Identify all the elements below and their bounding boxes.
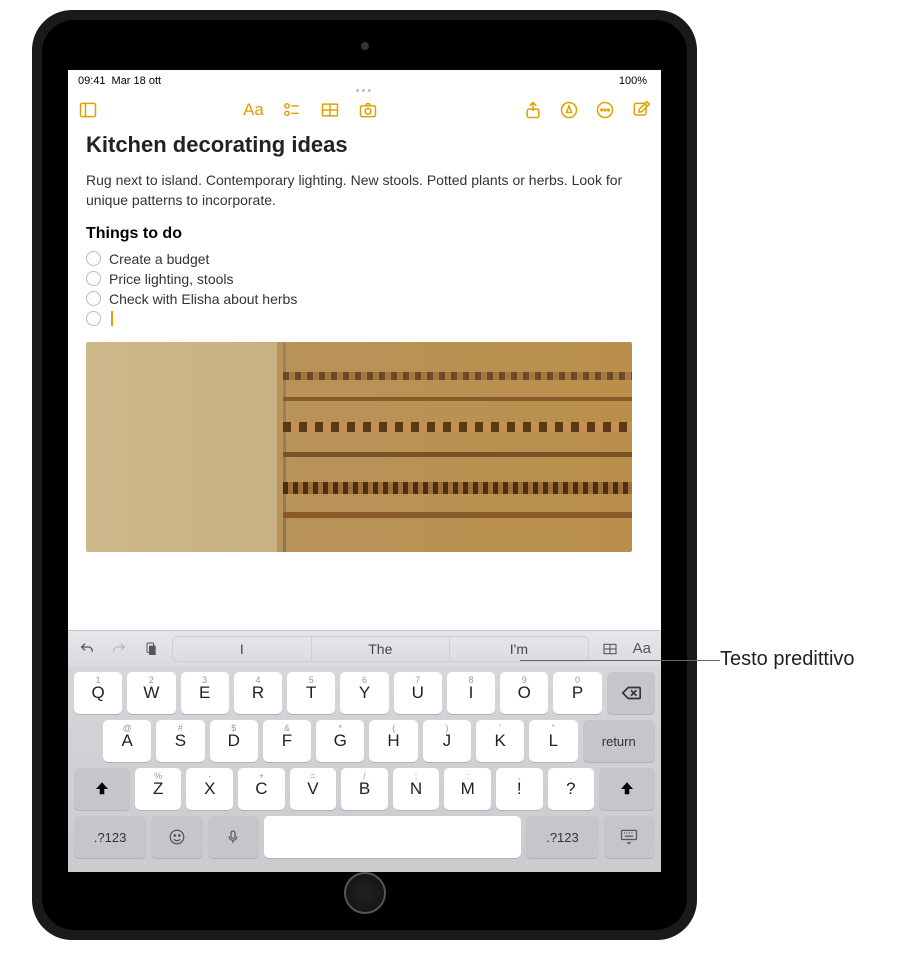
key-row-2: @A #S $D &F *G (H )J 'K "L return [74, 720, 655, 762]
check-circle-icon[interactable] [86, 271, 101, 286]
status-time: 09:41 [78, 75, 106, 87]
key-h[interactable]: (H [369, 720, 417, 762]
key-exclaim[interactable]: ,! [496, 768, 543, 810]
battery-percent: 100% [619, 75, 647, 87]
key-space[interactable] [264, 816, 521, 858]
table-icon[interactable] [320, 100, 340, 120]
key-v[interactable]: =V [290, 768, 337, 810]
camera-icon[interactable] [358, 100, 378, 120]
callout-label: Testo predittivo [720, 648, 855, 671]
more-icon[interactable] [595, 100, 615, 120]
notes-toolbar: Aa [68, 98, 661, 126]
key-r[interactable]: 4R [234, 672, 282, 714]
key-x[interactable]: -X [186, 768, 233, 810]
key-row-1: 1Q 2W 3E 4R 5T 6Y 7U 8I 9O 0P [74, 672, 655, 714]
status-date: Mar 18 ott [112, 75, 162, 87]
checklist-icon[interactable] [282, 100, 302, 120]
key-row-3: %Z -X +C =V /B ;N :M ,! .? [74, 768, 655, 810]
callout-line [520, 660, 720, 661]
key-j[interactable]: )J [423, 720, 471, 762]
checklist-item[interactable] [86, 309, 643, 328]
key-u[interactable]: 7U [394, 672, 442, 714]
note-paragraph[interactable]: Rug next to island. Contemporary lightin… [86, 170, 643, 211]
checklist-label[interactable]: Price lighting, stools [109, 271, 234, 287]
check-circle-icon[interactable] [86, 251, 101, 266]
share-icon[interactable] [523, 100, 543, 120]
key-i[interactable]: 8I [447, 672, 495, 714]
table-shortcut-icon[interactable] [601, 640, 619, 658]
key-f[interactable]: &F [263, 720, 311, 762]
ipad-bezel: 09:41 Mar 18 ott 100% ••• [42, 20, 687, 930]
key-o[interactable]: 9O [500, 672, 548, 714]
screen: 09:41 Mar 18 ott 100% ••• [68, 70, 661, 872]
markup-icon[interactable] [559, 100, 579, 120]
key-g[interactable]: *G [316, 720, 364, 762]
key-e[interactable]: 3E [181, 672, 229, 714]
note-image[interactable] [86, 342, 632, 552]
key-n[interactable]: ;N [393, 768, 440, 810]
key-y[interactable]: 6Y [340, 672, 388, 714]
key-a[interactable]: @A [103, 720, 151, 762]
checklist-item[interactable]: Check with Elisha about herbs [86, 289, 643, 309]
key-m[interactable]: :M [444, 768, 491, 810]
note-content[interactable]: Kitchen decorating ideas Rug next to isl… [68, 126, 661, 630]
key-return[interactable]: return [583, 720, 655, 762]
predictive-text-bar: I The I'm [172, 636, 589, 662]
multitask-dots[interactable]: ••• [68, 88, 661, 98]
checklist-item[interactable]: Create a budget [86, 249, 643, 269]
key-shift-left[interactable] [74, 768, 130, 810]
note-subheading[interactable]: Things to do [86, 225, 643, 243]
sidebar-icon[interactable] [78, 100, 98, 120]
check-circle-icon[interactable] [86, 311, 101, 326]
key-q[interactable]: 1Q [74, 672, 122, 714]
checklist[interactable]: Create a budget Price lighting, stools C… [86, 249, 643, 328]
home-button[interactable] [344, 872, 386, 914]
text-cursor [111, 311, 113, 326]
format-text-icon[interactable]: Aa [243, 100, 264, 120]
ipad-frame: 09:41 Mar 18 ott 100% ••• [32, 10, 697, 940]
compose-icon[interactable] [631, 100, 651, 120]
key-b[interactable]: /B [341, 768, 388, 810]
key-t[interactable]: 5T [287, 672, 335, 714]
key-numbers-right[interactable]: .?123 [526, 816, 598, 858]
key-l[interactable]: "L [529, 720, 577, 762]
note-title[interactable]: Kitchen decorating ideas [86, 132, 643, 158]
redo-icon[interactable] [110, 640, 128, 658]
clipboard-icon[interactable] [142, 640, 160, 658]
key-d[interactable]: $D [210, 720, 258, 762]
key-shift-right[interactable] [599, 768, 655, 810]
predictive-suggestion[interactable]: The [312, 637, 451, 661]
predictive-suggestion[interactable]: I [173, 637, 312, 661]
key-dictation[interactable] [208, 816, 259, 858]
key-w[interactable]: 2W [127, 672, 175, 714]
format-shortcut-icon[interactable]: Aa [633, 640, 651, 657]
key-z[interactable]: %Z [135, 768, 182, 810]
checklist-item[interactable]: Price lighting, stools [86, 269, 643, 289]
checklist-label[interactable]: Check with Elisha about herbs [109, 291, 297, 307]
key-backspace[interactable] [607, 672, 655, 714]
key-dismiss-keyboard[interactable] [604, 816, 655, 858]
key-row-4: .?123 .?123 [74, 816, 655, 858]
keyboard: 1Q 2W 3E 4R 5T 6Y 7U 8I 9O 0P @A #S $D [68, 666, 661, 872]
undo-icon[interactable] [78, 640, 96, 658]
key-question[interactable]: .? [548, 768, 595, 810]
predictive-suggestion[interactable]: I'm [450, 637, 588, 661]
check-circle-icon[interactable] [86, 291, 101, 306]
key-s[interactable]: #S [156, 720, 204, 762]
front-camera [361, 42, 369, 50]
key-k[interactable]: 'K [476, 720, 524, 762]
key-emoji[interactable] [151, 816, 202, 858]
checklist-label[interactable]: Create a budget [109, 251, 209, 267]
key-c[interactable]: +C [238, 768, 285, 810]
key-p[interactable]: 0P [553, 672, 601, 714]
key-numbers-left[interactable]: .?123 [74, 816, 146, 858]
